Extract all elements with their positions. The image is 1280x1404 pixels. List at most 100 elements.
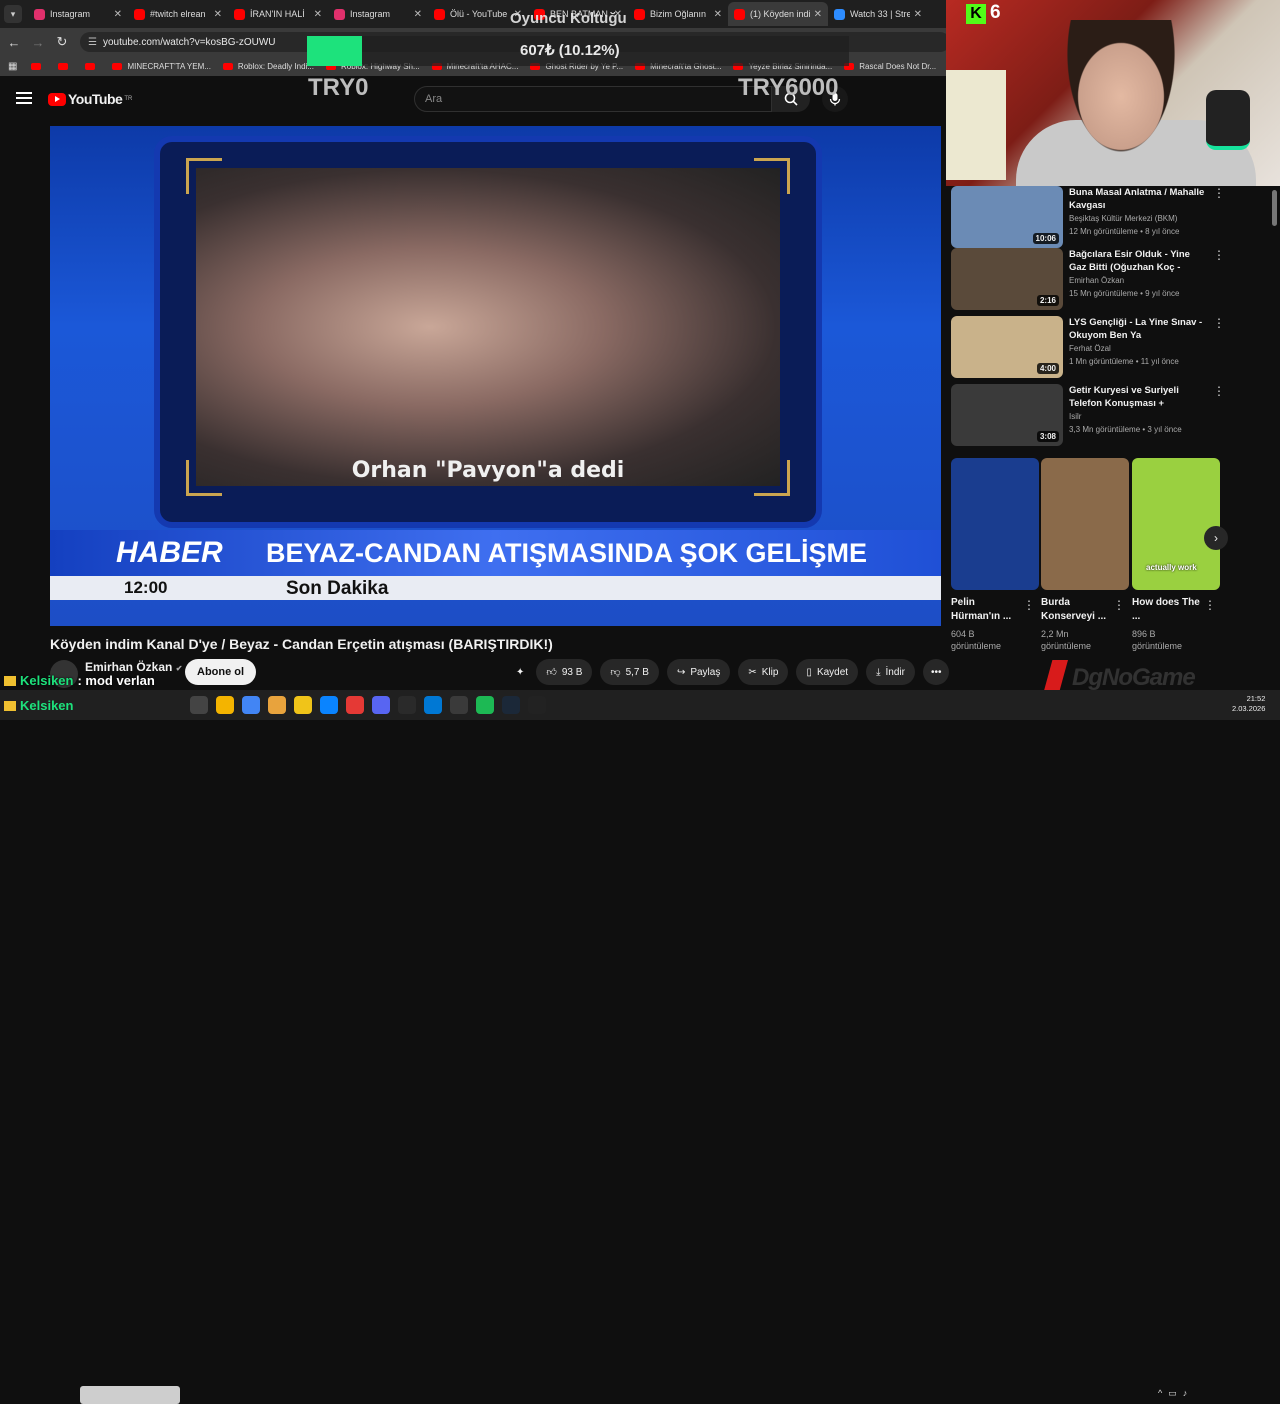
reload-icon[interactable]: ↻	[50, 34, 74, 50]
task-view-icon[interactable]	[216, 696, 234, 714]
more-options-icon[interactable]: ⋮	[1213, 248, 1225, 262]
webcam-background-drawer	[946, 70, 1006, 180]
video-thumbnail[interactable]: 3:08	[951, 384, 1063, 446]
bookmark-item[interactable]: MINECRAFT'TA YEM...	[112, 62, 211, 71]
bookmark-item[interactable]: Rascal Does Not Dr...	[844, 62, 936, 71]
video-player[interactable]: Orhan "Pavyon"a dedi HABER BEYAZ-CANDAN …	[50, 126, 941, 626]
dislike-button[interactable]: 👎︎ 5,7 B	[600, 659, 659, 685]
bookmark-item[interactable]	[58, 62, 73, 71]
browser-tab[interactable]: Watch 33 | Stre ✕	[828, 2, 928, 26]
close-icon[interactable]: ✕	[114, 9, 122, 20]
system-tray[interactable]: ^▭♪	[1158, 1388, 1193, 1399]
site-info-icon[interactable]: ☰	[88, 37, 97, 48]
short-thumbnail[interactable]	[951, 458, 1039, 590]
spotify-icon[interactable]	[476, 696, 494, 714]
tab-label: (1) Köyden indi	[750, 9, 810, 19]
chat-input-box	[80, 1386, 180, 1404]
volume-icon: ♪	[1182, 1388, 1194, 1398]
video-thumbnail[interactable]: 2:16	[951, 248, 1063, 310]
webcam-speaker	[1206, 90, 1250, 150]
app-icon[interactable]	[528, 696, 546, 714]
tab-list-button[interactable]: ▾	[4, 5, 22, 23]
menu-icon[interactable]	[16, 92, 32, 104]
store-icon[interactable]	[424, 696, 442, 714]
search-icon[interactable]	[190, 696, 208, 714]
settings-icon[interactable]	[450, 696, 468, 714]
more-options-icon[interactable]: ⋮	[1204, 598, 1216, 612]
chrome-icon[interactable]	[242, 696, 260, 714]
recommended-video-channel[interactable]: Isilr	[1069, 412, 1081, 421]
clip-button[interactable]: ✂ Klip	[738, 659, 789, 685]
file-explorer-icon[interactable]	[294, 696, 312, 714]
like-button[interactable]: 👍︎ 93 B	[536, 659, 593, 685]
forward-icon[interactable]: →	[26, 35, 50, 50]
browser-tab[interactable]: Bizim Oğlanın ✕	[628, 2, 728, 26]
more-options-icon[interactable]: ⋮	[1213, 186, 1225, 200]
donation-goal-fill	[307, 36, 362, 66]
back-icon[interactable]: ←	[2, 35, 26, 50]
download-label: İndir	[885, 666, 905, 678]
close-icon[interactable]: ✕	[414, 9, 422, 20]
recommended-video-channel[interactable]: Emirhan Özkan	[1069, 276, 1124, 285]
bookmark-item[interactable]: Roblox: Deadly Indi...	[222, 62, 314, 71]
video-thumbnail[interactable]: 4:00	[951, 316, 1063, 378]
search-input[interactable]: Ara	[414, 86, 772, 112]
apps-icon[interactable]: ▦	[8, 61, 17, 72]
webcam-overlay	[946, 0, 1280, 186]
more-options-icon[interactable]: ⋮	[1213, 384, 1225, 398]
news-headline: BEYAZ-CANDAN ATIŞMASINDA ŞOK GELİŞME	[266, 538, 868, 568]
capcut-icon[interactable]	[398, 696, 416, 714]
browser-tab[interactable]: Instagram ✕	[28, 2, 128, 26]
short-title[interactable]: Burda Konserveyi ...	[1041, 596, 1111, 624]
more-options-icon[interactable]: ⋮	[1113, 598, 1125, 612]
close-icon[interactable]: ✕	[314, 9, 322, 20]
bookmark-item[interactable]	[31, 62, 46, 71]
short-thumbnail[interactable]: actually work	[1132, 458, 1220, 590]
recommended-video[interactable]: 4:00 LYS Gençliği - La Yine Sınav - Okuy…	[951, 316, 1225, 380]
bookmark-item[interactable]	[85, 62, 100, 71]
close-icon[interactable]: ✕	[914, 9, 922, 20]
taskbar-clock[interactable]: 21:52 2.03.2026	[1232, 694, 1265, 714]
close-icon[interactable]: ✕	[214, 9, 222, 20]
short-thumbnail[interactable]	[1041, 458, 1129, 590]
short-title[interactable]: How does The ...	[1132, 596, 1202, 624]
recommended-video-title[interactable]: LYS Gençliği - La Yine Sınav - Okuyom Be…	[1069, 316, 1209, 342]
steam-icon[interactable]	[502, 696, 520, 714]
clock-time: 21:52	[1246, 694, 1266, 703]
video-thumbnail[interactable]: 10:06	[951, 186, 1063, 248]
recommended-video[interactable]: 10:06 Buna Masal Anlatma / Mahalle Kavga…	[951, 186, 1225, 250]
recommended-video[interactable]: 3:08 Getir Kuryesi ve Suriyeli Telefon K…	[951, 384, 1225, 448]
ai-button[interactable]: ✦	[512, 659, 528, 685]
copilot-icon[interactable]	[268, 696, 286, 714]
network-icon: ▭	[1168, 1388, 1183, 1398]
browser-tab[interactable]: İRAN'IN HALİ ✕	[228, 2, 328, 26]
more-options-icon[interactable]: ⋮	[1213, 316, 1225, 330]
channel-name[interactable]: Emirhan Özkan ✔	[85, 660, 182, 674]
discord-icon[interactable]	[372, 696, 390, 714]
save-button[interactable]: ▯ Kaydet	[796, 659, 859, 685]
recommended-video-channel[interactable]: Beşiktaş Kültür Merkezi (BKM)	[1069, 214, 1177, 223]
scrollbar[interactable]	[1272, 190, 1277, 226]
share-label: Paylaş	[690, 666, 721, 678]
webcam-person	[1046, 20, 1196, 186]
shorts-next-button[interactable]: ›	[1204, 526, 1228, 550]
recommended-video-channel[interactable]: Ferhat Özal	[1069, 344, 1111, 353]
youtube-logo[interactable]: YouTube TR	[48, 91, 132, 107]
recommended-video-meta: 12 Mn görüntüleme • 8 yıl önce	[1069, 227, 1180, 236]
recommended-video-title[interactable]: Bağcılara Esir Olduk - Yine Gaz Bitti (O…	[1069, 248, 1209, 275]
close-icon[interactable]: ✕	[714, 9, 722, 20]
recommended-video-title[interactable]: Buna Masal Anlatma / Mahalle Kavgası	[1069, 186, 1209, 212]
browser-tab[interactable]: (1) Köyden indi ✕	[728, 2, 828, 26]
obs-icon[interactable]	[346, 696, 364, 714]
recommended-video-title[interactable]: Getir Kuryesi ve Suriyeli Telefon Konuşm…	[1069, 384, 1209, 411]
browser-tab[interactable]: Instagram ✕	[328, 2, 428, 26]
browser-tab[interactable]: #twitch elrean ✕	[128, 2, 228, 26]
edge-icon[interactable]	[320, 696, 338, 714]
short-title[interactable]: Pelin Hürman'ın ...	[951, 596, 1021, 624]
download-button[interactable]: ⤓ İndir	[866, 659, 915, 685]
recommended-video[interactable]: 2:16 Bağcılara Esir Olduk - Yine Gaz Bit…	[951, 248, 1225, 312]
share-button[interactable]: ↪ Paylaş	[666, 659, 731, 685]
more-options-icon[interactable]: ⋮	[1023, 598, 1035, 612]
subscribe-button[interactable]: Abone ol	[185, 659, 257, 685]
close-icon[interactable]: ✕	[814, 9, 822, 20]
